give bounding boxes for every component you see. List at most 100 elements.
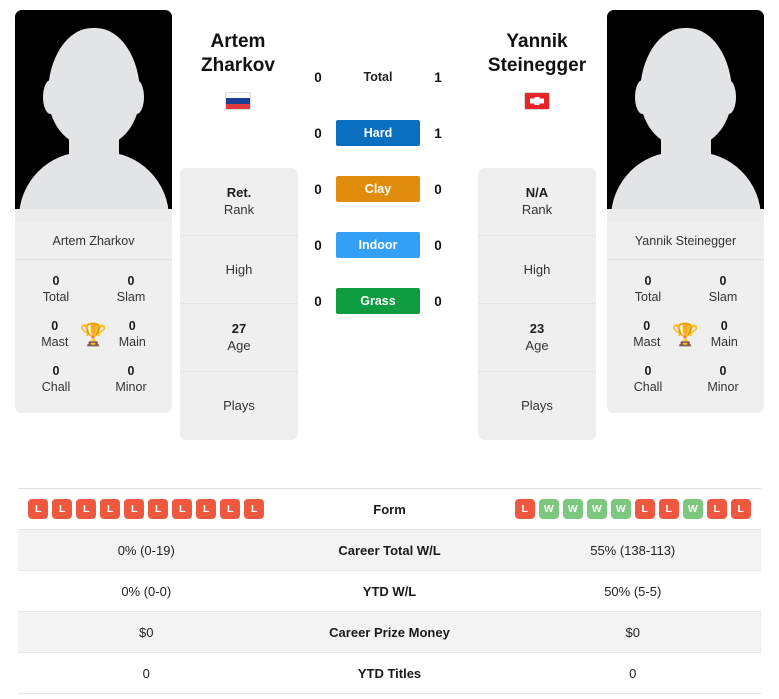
rank-card-right: N/A Rank High 23 Age Plays [478, 168, 596, 440]
form-badge-l: L [634, 499, 655, 519]
h2h-row-grass: 0 Grass 0 [300, 288, 480, 314]
player-name-left[interactable]: Artem Zharkov [163, 30, 313, 78]
row-label-ytd-wl: YTD W/L [362, 583, 417, 599]
player-card-name-right: Yannik Steinegger [607, 222, 764, 260]
comparison-stats-table: LLLLLLLLLL Form LWWWWLLWLL 0% (0-19) Car… [18, 488, 761, 694]
form-strip-right: LWWWWLLWLL [505, 499, 762, 519]
age-value: 23 [529, 321, 545, 336]
ytd-wl-right: 50% (5-5) [604, 583, 662, 599]
titles-value: 0 [52, 364, 60, 378]
player-first-name-left: Artem [210, 31, 266, 52]
player-card-left[interactable]: Artem Zharkov 0 Total 0 Slam 0 Mast 🏆 0 … [15, 10, 172, 413]
form-badge-l: L [100, 499, 121, 519]
age-value: 27 [231, 321, 247, 336]
row-label-form: Form [373, 501, 406, 517]
trophy-icon: 🏆 [671, 322, 700, 347]
career-prize-money-left: $0 [139, 624, 154, 640]
titles-value: 0 [644, 364, 652, 378]
titles-value: 0 [127, 274, 135, 288]
high-label: High [225, 261, 253, 277]
titles-label: Minor [707, 380, 739, 394]
form-badge-l: L [124, 499, 145, 519]
titles-label: Chall [633, 380, 663, 394]
rank-value: Ret. [226, 185, 252, 200]
player-first-name-right: Yannik [506, 31, 568, 52]
table-row-career-total-wl: 0% (0-19) Career Total W/L 55% (138-113) [18, 530, 761, 571]
titles-value: 0 [719, 274, 727, 288]
form-badge-w: W [682, 499, 703, 519]
h2h-row-indoor: 0 Indoor 0 [300, 232, 480, 258]
rank-cell-plays: Plays [478, 372, 596, 440]
titles-cell: 0 Chall [29, 364, 83, 396]
player-card-right[interactable]: Yannik Steinegger 0 Total 0 Slam 0 Mast [607, 10, 764, 413]
row-label-career-prize-money: Career Prize Money [329, 624, 450, 640]
titles-label: Total [42, 290, 70, 304]
ytd-wl-left: 0% (0-0) [121, 583, 172, 599]
form-badge-l: L [220, 499, 241, 519]
form-badge-w: W [586, 499, 607, 519]
table-row-career-prize-money: $0 Career Prize Money $0 [18, 612, 761, 653]
high-label: High [523, 261, 551, 277]
avatar-bottom-strip [15, 209, 172, 222]
titles-row: 0 Total 0 Slam [15, 268, 172, 313]
titles-row: 0 Mast 🏆 0 Main [15, 313, 172, 358]
titles-label: Main [118, 335, 146, 349]
rank-cell-plays: Plays [180, 372, 298, 440]
ytd-titles-right: 0 [629, 665, 637, 681]
age-label: Age [525, 338, 549, 353]
form-badge-l: L [244, 499, 265, 519]
titles-row: 0 Chall 0 Minor [607, 358, 764, 403]
titles-cell: 0 Mast [621, 319, 673, 351]
titles-label: Slam [708, 290, 738, 304]
titles-value: 0 [720, 319, 728, 333]
h2h-score-right: 0 [434, 181, 442, 197]
form-left: LLLLLLLLLL [18, 499, 275, 519]
titles-value: 0 [644, 274, 652, 288]
h2h-surface-badge-clay[interactable]: Clay [336, 176, 420, 202]
form-badge-l: L [706, 499, 727, 519]
h2h-surface-badge-grass[interactable]: Grass [336, 288, 420, 314]
player-last-name-right: Steinegger [487, 55, 587, 76]
h2h-row-total: 0 Total 1 [300, 64, 480, 90]
player-last-name-left: Zharkov [201, 55, 275, 76]
h2h-score-left: 0 [314, 293, 322, 309]
rank-cell-rank: Ret. Rank [180, 168, 298, 236]
form-strip-left: LLLLLLLLLL [18, 499, 275, 519]
form-badge-l: L [730, 499, 751, 519]
rank-cell-high: High [478, 236, 596, 304]
titles-value: 0 [127, 364, 135, 378]
h2h-row-hard: 0 Hard 1 [300, 120, 480, 146]
trophy-icon: 🏆 [79, 322, 108, 347]
rank-cell-age: 23 Age [478, 304, 596, 372]
titles-label: Chall [41, 380, 71, 394]
player-name-right[interactable]: Yannik Steinegger [462, 30, 612, 78]
h2h-surface-badge-hard[interactable]: Hard [336, 120, 420, 146]
titles-cell: 0 Main [107, 319, 159, 351]
form-badge-l: L [172, 499, 193, 519]
titles-label: Slam [116, 290, 146, 304]
player-avatar-right [607, 10, 764, 222]
form-badge-l: L [52, 499, 73, 519]
rank-cell-age: 27 Age [180, 304, 298, 372]
titles-label: Minor [115, 380, 147, 394]
titles-row: 0 Chall 0 Minor [15, 358, 172, 403]
player-avatar-left [15, 10, 172, 222]
player-comparison-page: Artem Zharkov 0 Total 0 Slam 0 Mast 🏆 0 … [0, 0, 779, 699]
titles-row: 0 Mast 🏆 0 Main [607, 313, 764, 358]
h2h-surface-badge-indoor[interactable]: Indoor [336, 232, 420, 258]
titles-cell: 0 Minor [104, 364, 158, 396]
rank-card-left: Ret. Rank High 27 Age Plays [180, 168, 298, 440]
h2h-score-left: 0 [314, 125, 322, 141]
plays-label: Plays [223, 398, 255, 413]
player-card-name-left: Artem Zharkov [15, 222, 172, 260]
rank-label: Rank [223, 202, 255, 217]
rank-cell-high: High [180, 236, 298, 304]
titles-value: 0 [51, 319, 59, 333]
h2h-score-left: 0 [314, 69, 322, 85]
head-to-head-panel: Artem Zharkov 0 Total 0 Slam 0 Mast 🏆 0 … [0, 0, 779, 470]
form-badge-l: L [658, 499, 679, 519]
avatar-silhouette-ear-left [43, 80, 58, 114]
form-badge-l: L [28, 499, 49, 519]
age-label: Age [227, 338, 251, 353]
titles-cell: 0 Slam [104, 274, 158, 306]
